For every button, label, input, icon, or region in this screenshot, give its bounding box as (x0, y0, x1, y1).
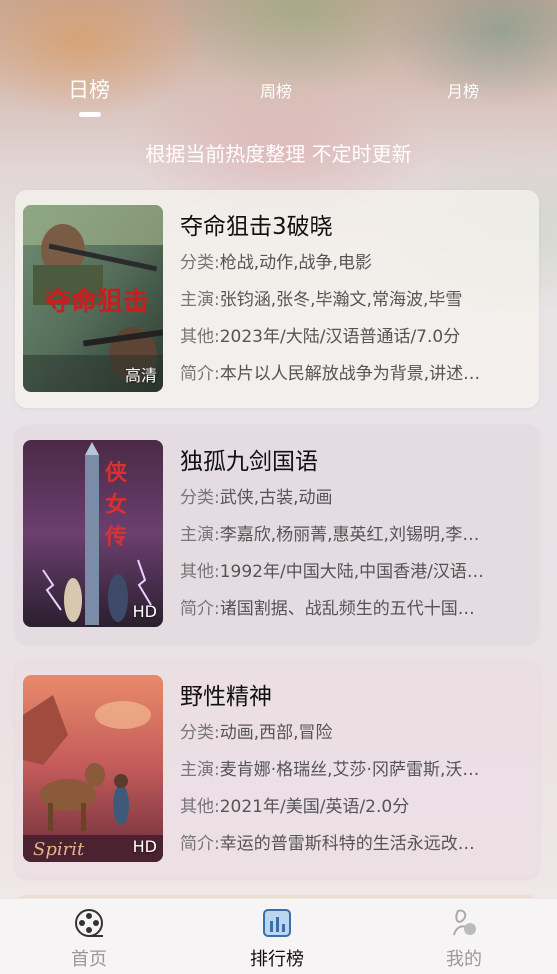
svg-text:夺命狙击: 夺命狙击 (45, 286, 149, 317)
cast-label: 主演: (180, 290, 220, 310)
quality-badge: 高清 (124, 366, 157, 385)
other-label: 其他: (180, 797, 220, 817)
movie-intro: 简介:幸运的普雷斯科特的生活永远改… (180, 828, 520, 861)
intro-value: 本片以人民解放战争为背景,讲述… (219, 364, 481, 384)
category-label: 分类: (180, 253, 220, 273)
intro-label: 简介: (180, 599, 220, 619)
movie-category: 分类:动画,西部,冒险 (180, 717, 520, 750)
tab-daily[interactable]: 日榜 (68, 74, 110, 104)
category-label: 分类: (180, 723, 220, 743)
other-value: 2023年/大陆/汉语普通话/7.0分 (219, 327, 461, 347)
cast-value: 李嘉欣,杨丽菁,惠英红,刘锡明,李… (219, 525, 480, 545)
movie-cast: 主演:张钧涵,张冬,毕瀚文,常海波,毕雪 (180, 284, 520, 317)
svg-text:女: 女 (105, 492, 127, 518)
nav-ranking[interactable]: 排行榜 (227, 907, 327, 971)
cast-value: 张钧涵,张冬,毕瀚文,常海波,毕雪 (219, 290, 463, 310)
movie-category: 分类:枪战,动作,战争,电影 (180, 247, 520, 280)
movie-poster[interactable]: 夺命狙击 高清 (23, 205, 163, 392)
movie-cast: 主演:李嘉欣,杨丽菁,惠英红,刘锡明,李… (180, 519, 520, 552)
category-label: 分类: (180, 488, 220, 508)
nav-home-label: 首页 (71, 949, 107, 970)
nav-mine[interactable]: 我的 (414, 907, 514, 971)
active-tab-indicator (79, 112, 101, 117)
quality-badge: HD (132, 602, 157, 621)
svg-text:传: 传 (104, 524, 127, 550)
quality-badge: HD (132, 837, 157, 856)
film-reel-icon (75, 909, 103, 937)
other-value: 1992年/中国大陆,中国香港/汉语… (219, 562, 484, 582)
movie-intro: 简介:本片以人民解放战争为背景,讲述… (180, 358, 520, 391)
other-value: 2021年/美国/英语/2.0分 (219, 797, 410, 817)
movie-other: 其他:2021年/美国/英语/2.0分 (180, 791, 520, 824)
movie-info: 独孤九剑国语 分类:武侠,古装,动画 主演:李嘉欣,杨丽菁,惠英红,刘锡明,李…… (180, 442, 525, 626)
movie-other: 其他:1992年/中国大陆,中国香港/汉语… (180, 556, 520, 589)
bottom-navigation: 首页 排行榜 我的 (0, 898, 557, 974)
cast-label: 主演: (180, 760, 220, 780)
intro-value: 幸运的普雷斯科特的生活永远改… (219, 834, 475, 854)
bar-chart-icon (263, 909, 291, 937)
movie-card[interactable]: 夺命狙击 高清 夺命狙击3破晓 分类:枪战,动作,战争,电影 主演:张钧涵,张冬… (15, 190, 539, 408)
movie-card[interactable]: 侠 女 传 HD 独孤九剑国语 分类:武侠,古装,动画 主演:李嘉欣,杨丽菁,惠… (15, 425, 539, 643)
other-label: 其他: (180, 562, 220, 582)
cast-label: 主演: (180, 525, 220, 545)
svg-text:Spirit: Spirit (33, 839, 85, 860)
movie-category: 分类:武侠,古装,动画 (180, 482, 520, 515)
ranking-subtitle: 根据当前热度整理 不定时更新 (145, 142, 412, 166)
movie-title[interactable]: 独孤九剑国语 (180, 442, 525, 478)
movie-poster[interactable]: 侠 女 传 HD (23, 440, 163, 627)
cast-value: 麦肯娜·格瑞丝,艾莎·冈萨雷斯,沃… (219, 760, 480, 780)
movie-info: 野性精神 分类:动画,西部,冒险 主演:麦肯娜·格瑞丝,艾莎·冈萨雷斯,沃… 其… (180, 677, 525, 861)
intro-label: 简介: (180, 834, 220, 854)
movie-other: 其他:2023年/大陆/汉语普通话/7.0分 (180, 321, 520, 354)
movie-info: 夺命狙击3破晓 分类:枪战,动作,战争,电影 主演:张钧涵,张冬,毕瀚文,常海波… (180, 207, 525, 391)
nav-mine-label: 我的 (446, 949, 482, 970)
category-value: 枪战,动作,战争,电影 (219, 253, 372, 273)
movie-cast: 主演:麦肯娜·格瑞丝,艾莎·冈萨雷斯,沃… (180, 754, 520, 787)
movie-title[interactable]: 野性精神 (180, 677, 525, 713)
intro-value: 诸国割据、战乱频生的五代十国… (219, 599, 475, 619)
movie-title[interactable]: 夺命狙击3破晓 (180, 207, 525, 243)
category-value: 武侠,古装,动画 (219, 488, 333, 508)
movie-poster[interactable]: Spirit HD (23, 675, 163, 862)
nav-ranking-label: 排行榜 (250, 949, 304, 970)
category-value: 动画,西部,冒险 (219, 723, 333, 743)
movie-intro: 简介:诸国割据、战乱频生的五代十国… (180, 593, 520, 626)
nav-home[interactable]: 首页 (39, 907, 139, 971)
user-profile-icon (453, 909, 476, 936)
tab-weekly[interactable]: 周榜 (260, 78, 292, 102)
movie-card[interactable]: Spirit HD 野性精神 分类:动画,西部,冒险 主演:麦肯娜·格瑞丝,艾莎… (15, 660, 539, 878)
ranking-tabs: 日榜 周榜 月榜 (0, 70, 557, 130)
intro-label: 简介: (180, 364, 220, 384)
tab-monthly[interactable]: 月榜 (447, 78, 479, 102)
other-label: 其他: (180, 327, 220, 347)
svg-text:侠: 侠 (105, 460, 128, 486)
